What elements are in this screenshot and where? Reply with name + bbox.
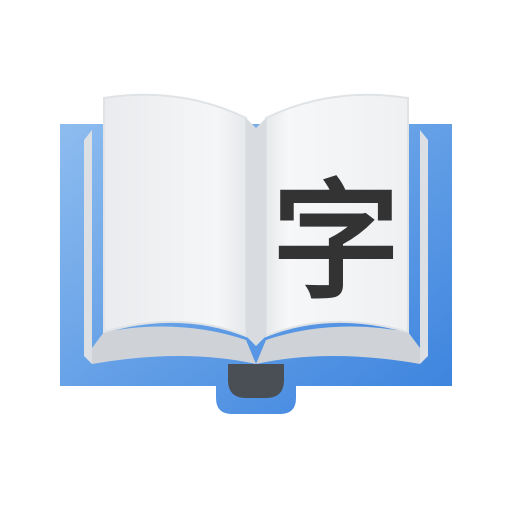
spine-knob (228, 364, 284, 398)
book-gutter (246, 118, 266, 346)
glyph-character: 字 (272, 168, 400, 317)
left-page-edge (84, 130, 92, 364)
right-page-edge (420, 130, 428, 364)
dictionary-book-icon: 字 (60, 93, 452, 414)
left-page (103, 93, 247, 338)
